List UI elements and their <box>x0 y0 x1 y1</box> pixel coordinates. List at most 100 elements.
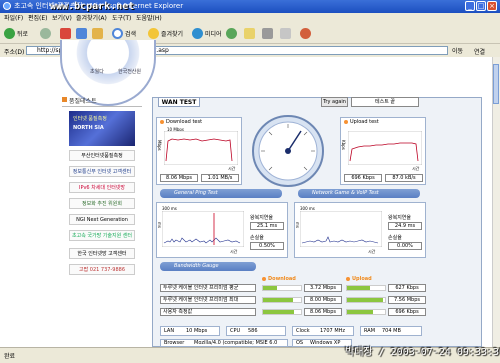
sidebar-header: 품질테스트 <box>69 98 97 105</box>
back-arrow-icon <box>4 27 15 39</box>
sidebar-banner[interactable]: 인터넷 품질측정 NORTH SIA <box>69 111 135 146</box>
logo-text-left: 초월다 <box>90 69 104 75</box>
home-icon <box>92 27 103 39</box>
media-icon <box>192 27 203 39</box>
bullet-icon <box>262 276 266 281</box>
ping-xlabel: 시간 <box>230 249 238 254</box>
ping-loss-value: 0.50% <box>250 242 284 250</box>
download-gauge-value: 8.00 Mbps <box>304 296 342 304</box>
forward-button[interactable] <box>40 26 51 40</box>
upload-unit: Kbps <box>341 140 346 150</box>
sidebar-link-committee[interactable]: 정보화 추진 위원회 <box>69 198 135 209</box>
menu-view[interactable]: 보기(V) <box>52 13 72 24</box>
sidebar-link-mic[interactable]: 정보통신부 인터넷 고객센터 <box>69 166 135 177</box>
ping-rtt-value: 25.1 ms <box>250 222 284 230</box>
search-icon <box>112 27 123 39</box>
ping-rtt-label: 왕복지연율 <box>250 215 274 221</box>
gauge-row-label: 사용자 측정값 <box>160 308 256 316</box>
sidebar-link-ipv6[interactable]: IPv6 차세대 인터넷망 <box>69 182 135 193</box>
test-status-field: 테스트 끝 <box>351 97 419 107</box>
media-button[interactable]: 미디어 <box>192 26 222 40</box>
scrollbar-thumb[interactable] <box>493 64 499 104</box>
upload-kbps: 696 Kbps <box>344 174 382 182</box>
clock-label: Clock <box>296 328 310 334</box>
download-title: Download test <box>160 119 202 125</box>
bullet-icon <box>344 119 348 124</box>
close-button[interactable]: × <box>487 1 497 11</box>
links-button[interactable]: 연결 <box>474 47 485 56</box>
sidebar-link-phone[interactable]: 고팝 021 737-9886 <box>69 264 135 275</box>
ping-loss-label: 손실율 <box>250 235 264 241</box>
ram-label: RAM <box>364 328 376 334</box>
history-icon <box>226 27 237 39</box>
upload-graph <box>348 131 422 165</box>
browser-label: Browser <box>164 340 185 346</box>
gauge-row-label: 두루넷 케이블 인터넷 프리미엄 최대 <box>160 296 256 304</box>
print-icon <box>262 27 273 39</box>
sidebar-link-customer[interactable]: 한국 인터넷망 고객센터 <box>69 248 135 259</box>
download-title-text: Download test <box>166 119 203 125</box>
logo-text-right: 한국전산원 <box>118 69 142 75</box>
refresh-button[interactable] <box>76 26 87 40</box>
lan-value: 10 Mbps <box>186 328 208 334</box>
stop-button[interactable] <box>60 26 71 40</box>
download-mbps: 8.06 Mbps <box>160 174 198 182</box>
try-again-button[interactable]: Try again <box>321 97 348 107</box>
edit-button[interactable] <box>280 26 291 40</box>
upload-gauge-value: 696 Kbps <box>388 308 426 316</box>
tab-wan-test[interactable]: WAN TEST <box>158 97 200 107</box>
minimize-button[interactable]: _ <box>465 1 475 11</box>
sidebar-link-ngi[interactable]: NGI Next Generation <box>69 214 135 225</box>
sidebar-divider <box>62 106 142 107</box>
stop-icon <box>60 27 71 39</box>
upload-bar-fill <box>347 286 370 290</box>
back-button[interactable]: 뒤로 <box>4 26 28 40</box>
maximize-button[interactable]: □ <box>476 1 486 11</box>
home-button[interactable] <box>92 26 103 40</box>
upload-kbs: 87.0 kB/s <box>385 174 423 182</box>
download-xlabel: 시간 <box>228 166 236 171</box>
photo-caption: 박대장 / 2003-07-24 09:33:30 <box>345 347 500 358</box>
ping-section-bar: General Ping Test <box>160 189 282 198</box>
menu-favorites[interactable]: 즐겨찾기(A) <box>76 13 107 24</box>
voip-rtt-value: 24.9 ms <box>388 222 422 230</box>
history-button[interactable] <box>226 26 237 40</box>
upload-gauge-value: 627 Kbps <box>388 284 426 292</box>
edit-icon <box>280 27 291 39</box>
download-unit: Mbps <box>157 140 162 151</box>
upload-bar-fill <box>347 310 373 314</box>
mail-button[interactable] <box>244 26 255 40</box>
lan-label: LAN <box>164 328 175 334</box>
download-mbs: 1.01 MB/s <box>201 174 239 182</box>
messenger-icon <box>300 27 311 39</box>
menu-help[interactable]: 도움말(H) <box>136 13 162 24</box>
os-value: Windows XP <box>310 340 341 346</box>
download-bar-fill <box>263 298 293 302</box>
status-text: 완료 <box>4 353 16 360</box>
print-button[interactable] <box>262 26 273 40</box>
sidebar-link-busan[interactable]: 부산인터넷품질측정 <box>69 150 135 161</box>
bandwidth-section-bar: Bandwidth Gauge <box>160 262 256 271</box>
go-button[interactable]: 이동 <box>452 46 463 55</box>
download-graph <box>164 131 238 165</box>
menu-tools[interactable]: 도구(T) <box>112 13 131 24</box>
favorites-button[interactable]: 즐겨찾기 <box>148 26 183 40</box>
favorites-label: 즐겨찾기 <box>161 30 184 38</box>
bullet-icon <box>62 97 67 102</box>
ie-logo-icon <box>3 2 11 10</box>
gauge-upload-header-text: Upload <box>352 276 372 282</box>
bullet-icon <box>346 276 350 281</box>
gauge-upload-header: Upload <box>346 276 372 282</box>
upload-gauge-value: 7.56 Mbps <box>388 296 426 304</box>
voip-loss-value: 0.00% <box>388 242 422 250</box>
search-button[interactable]: 검색 <box>112 26 136 40</box>
cpu-value: 586 <box>248 328 258 334</box>
ping-graph <box>162 211 244 247</box>
download-gauge-value: 3.72 Mbps <box>304 284 342 292</box>
upload-title-text: Upload test <box>350 119 379 125</box>
menu-file[interactable]: 파일(F) <box>4 13 23 24</box>
messenger-button[interactable] <box>300 26 311 40</box>
mail-icon <box>244 27 255 39</box>
menu-edit[interactable]: 편집(E) <box>28 13 48 24</box>
sidebar-link-tech-center[interactable]: 초고속 국가망 기술지원 센터 <box>69 230 135 241</box>
